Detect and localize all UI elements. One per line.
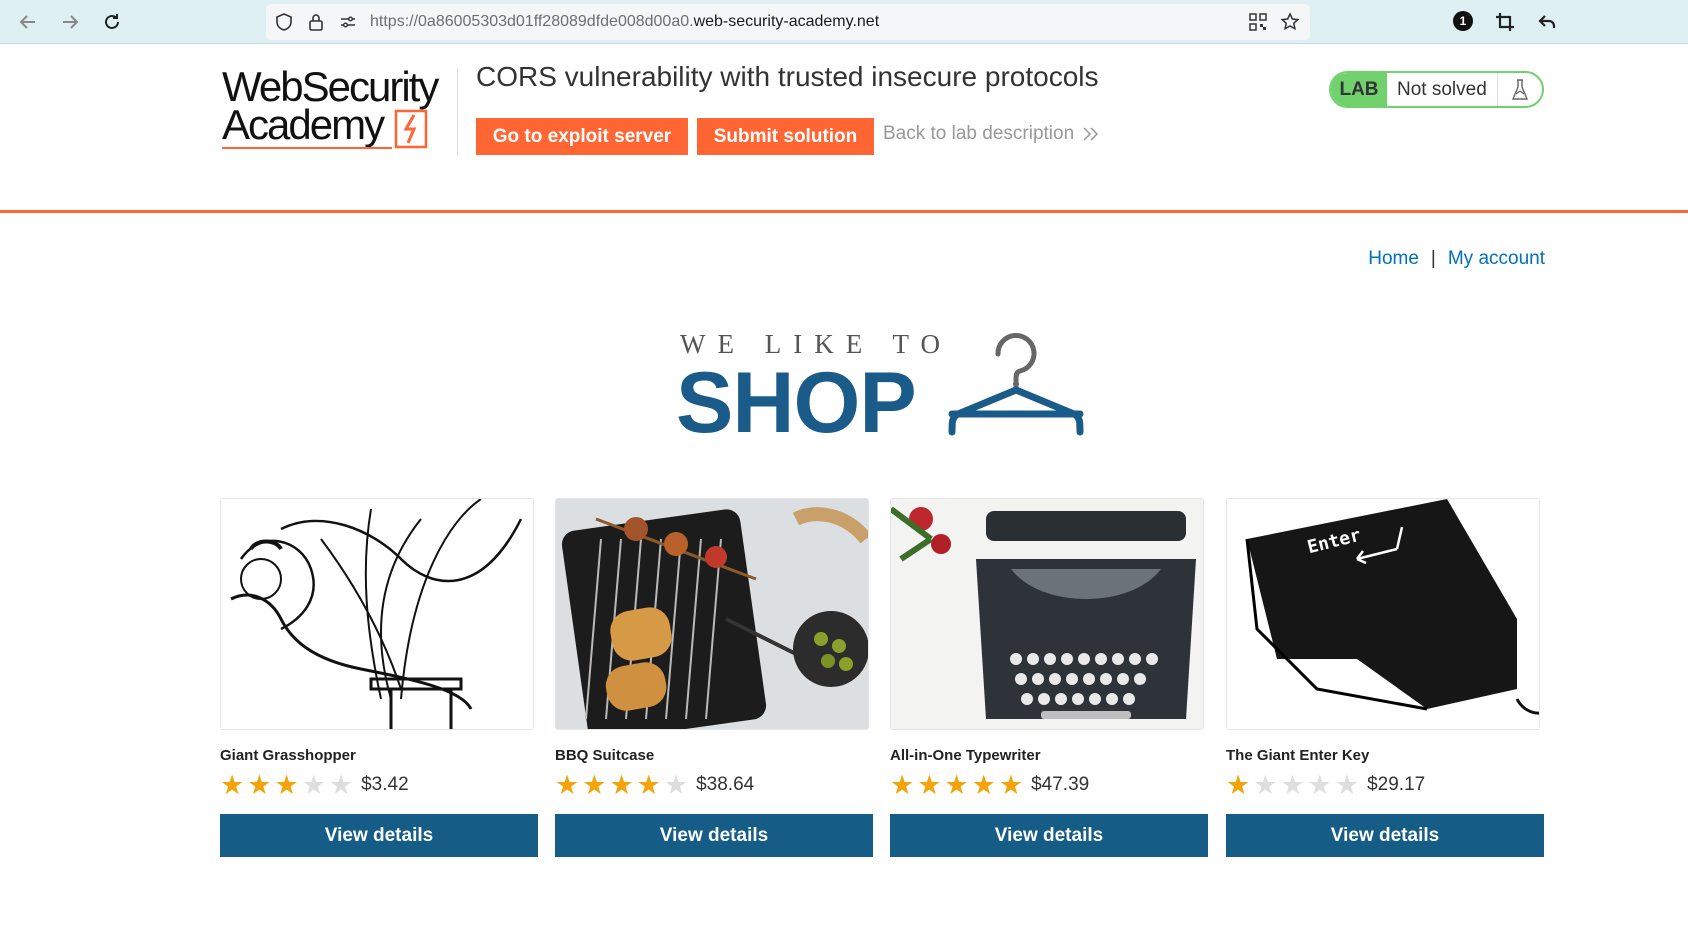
star-filled-icon: ★	[636, 769, 661, 800]
product-name: All-in-One Typewriter	[890, 747, 1041, 764]
browser-toolbar: https://0a86005303d01ff28089dfde008d00a0…	[0, 0, 1688, 44]
star-empty-icon: ★	[1334, 769, 1360, 800]
star-filled-icon: ★	[274, 769, 299, 800]
star-filled-icon: ★	[582, 769, 607, 800]
home-link[interactable]: Home	[1368, 248, 1419, 269]
rating-stars: ★ ★ ★ ★ ★	[220, 769, 354, 800]
star-filled-icon: ★	[1226, 769, 1251, 800]
site-permissions-icon[interactable]	[338, 12, 358, 32]
back-arrow-icon[interactable]	[14, 8, 42, 36]
address-bar[interactable]: https://0a86005303d01ff28089dfde008d00a0…	[266, 4, 1310, 40]
star-filled-icon: ★	[917, 769, 942, 800]
star-filled-icon: ★	[998, 769, 1024, 800]
submit-solution-button[interactable]: Submit solution	[697, 118, 874, 155]
my-account-link[interactable]: My account	[1448, 248, 1545, 269]
lab-badge: LAB	[1331, 73, 1387, 106]
qr-code-icon[interactable]	[1248, 12, 1268, 32]
product-price: $38.64	[696, 774, 755, 795]
nav-separator: |	[1430, 248, 1436, 269]
reload-icon[interactable]	[98, 8, 126, 36]
star-filled-icon: ★	[220, 769, 245, 800]
product-card: Enter The Giant Enter Key ★ ★ ★ ★ ★ $29.17 V…	[1226, 498, 1544, 857]
star-filled-icon: ★	[944, 769, 969, 800]
grasshopper-image[interactable]	[220, 498, 534, 730]
rating-stars: ★ ★ ★ ★ ★	[555, 769, 689, 800]
hanger-icon	[948, 333, 1084, 436]
shield-icon[interactable]	[274, 12, 294, 32]
product-card: Giant Grasshopper ★ ★ ★ ★ ★ $3.42 View detai…	[220, 498, 538, 857]
view-details-button[interactable]: View details	[220, 814, 538, 857]
star-empty-icon: ★	[301, 769, 326, 800]
view-details-button[interactable]: View details	[1226, 814, 1544, 857]
view-details-button[interactable]: View details	[555, 814, 873, 857]
star-empty-icon: ★	[1280, 769, 1305, 800]
product-name: Giant Grasshopper	[220, 747, 356, 764]
crop-icon[interactable]	[1491, 8, 1519, 36]
forward-arrow-icon[interactable]	[56, 8, 84, 36]
undo-arrow-icon[interactable]	[1533, 8, 1561, 36]
logo-bolt-icon	[394, 109, 428, 149]
extension-badge-icon[interactable]: 1	[1453, 11, 1473, 31]
double-chevron-right-icon	[1083, 127, 1099, 141]
product-price: $29.17	[1367, 774, 1426, 795]
rating-stars: ★ ★ ★ ★ ★	[890, 769, 1024, 800]
account-nav: Home | My account	[1368, 248, 1545, 270]
star-empty-icon: ★	[1307, 769, 1332, 800]
product-card: BBQ Suitcase ★ ★ ★ ★ ★ $38.64 View details	[555, 498, 873, 857]
product-price: $47.39	[1031, 774, 1090, 795]
star-filled-icon: ★	[971, 769, 996, 800]
star-empty-icon: ★	[328, 769, 354, 800]
product-name: The Giant Enter Key	[1226, 747, 1370, 764]
exploit-server-button[interactable]: Go to exploit server	[476, 118, 688, 155]
rating-stars: ★ ★ ★ ★ ★	[1226, 769, 1360, 800]
lock-icon[interactable]	[306, 12, 326, 32]
star-filled-icon: ★	[247, 769, 272, 800]
banner-shop-word: SHOP	[676, 355, 917, 451]
bookmark-star-icon[interactable]	[1280, 12, 1300, 32]
url-text[interactable]: https://0a86005303d01ff28089dfde008d00a0…	[370, 13, 879, 31]
star-empty-icon: ★	[663, 769, 689, 800]
product-price: $3.42	[361, 774, 409, 795]
star-filled-icon: ★	[890, 769, 915, 800]
star-filled-icon: ★	[609, 769, 634, 800]
bbq-image[interactable]	[555, 498, 869, 730]
logo-underline	[222, 147, 392, 149]
star-filled-icon: ★	[555, 769, 580, 800]
enter-key-image[interactable]: Enter	[1226, 498, 1540, 730]
back-to-description-link[interactable]: Back to lab description	[883, 123, 1100, 145]
view-details-button[interactable]: View details	[890, 814, 1208, 857]
lab-title: CORS vulnerability with trusted insecure…	[476, 61, 1099, 92]
academy-header: WebSecurity Academy CORS vulnerability w…	[0, 45, 1688, 213]
product-name: BBQ Suitcase	[555, 747, 655, 764]
lab-state: Not solved	[1387, 73, 1498, 106]
lab-status-widget: LAB Not solved	[1329, 71, 1544, 108]
flask-icon	[1498, 73, 1542, 106]
header-divider	[457, 69, 458, 155]
star-empty-icon: ★	[1253, 769, 1278, 800]
product-card: All-in-One Typewriter ★ ★ ★ ★ ★ $47.39 View …	[890, 498, 1208, 857]
web-security-academy-logo[interactable]: WebSecurity Academy	[222, 66, 458, 157]
back-link-label: Back to lab description	[883, 123, 1075, 144]
typewriter-image[interactable]	[890, 498, 1204, 730]
